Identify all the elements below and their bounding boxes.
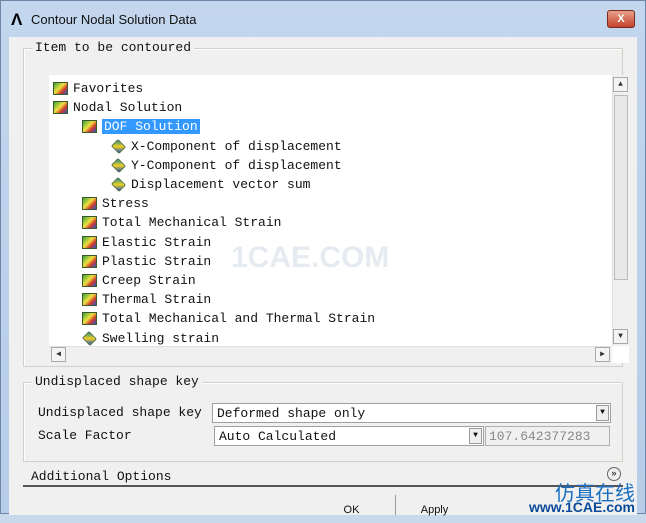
tree-item[interactable]: Creep Strain bbox=[82, 271, 196, 290]
scroll-down-icon[interactable]: ▼ bbox=[613, 329, 628, 344]
horizontal-scrollbar[interactable]: ◀ ▶ bbox=[49, 346, 612, 363]
contour-folder-open-icon bbox=[53, 101, 68, 115]
selected-value: Auto Calculated bbox=[219, 429, 337, 444]
additional-options-label: Additional Options bbox=[31, 469, 172, 484]
scale-factor-select[interactable]: Auto Calculated ▼ bbox=[214, 426, 484, 446]
undisplaced-shape-key-label: Undisplaced shape key bbox=[38, 405, 202, 420]
additional-options-header[interactable]: Additional Options » bbox=[23, 467, 623, 487]
window-title: Contour Nodal Solution Data bbox=[31, 12, 197, 27]
scale-factor-label: Scale Factor bbox=[38, 428, 132, 443]
undisplaced-shape-key-select[interactable]: Deformed shape only ▼ bbox=[212, 403, 611, 423]
tree-item-label: Elastic Strain bbox=[102, 234, 212, 250]
watermark-url: www.1CAE.com bbox=[528, 499, 635, 515]
tree-item[interactable]: Y-Component of displacement bbox=[111, 156, 342, 175]
tree-item-label: Total Mechanical and Thermal Strain bbox=[102, 311, 376, 327]
close-button[interactable]: X bbox=[607, 10, 635, 28]
tree-item[interactable]: Elastic Strain bbox=[82, 233, 211, 252]
cube-icon bbox=[111, 157, 126, 173]
scroll-right-icon[interactable]: ▶ bbox=[595, 347, 610, 362]
ok-button[interactable]: OK bbox=[314, 497, 389, 519]
contour-folder-open-icon bbox=[82, 120, 97, 134]
contour-folder-icon bbox=[82, 254, 97, 268]
contour-folder-icon bbox=[82, 293, 97, 307]
cube-icon bbox=[111, 138, 126, 154]
group-label: Undisplaced shape key bbox=[32, 374, 202, 389]
tree-item-label: X-Component of displacement bbox=[131, 138, 342, 154]
selected-value: Deformed shape only bbox=[217, 406, 366, 421]
cube-icon bbox=[111, 177, 126, 192]
dialog-body: Item to be contoured ▲ ▼ ◀ ▶ Favorites No… bbox=[9, 37, 637, 516]
contour-folder-icon bbox=[82, 274, 97, 287]
scroll-up-icon[interactable]: ▲ bbox=[613, 77, 628, 92]
item-to-be-contoured-group: Item to be contoured ▲ ▼ ◀ ▶ Favorites No… bbox=[23, 40, 629, 367]
title-bar: Λ Contour Nodal Solution Data X bbox=[1, 1, 645, 37]
vertical-scrollbar[interactable]: ▲ ▼ bbox=[612, 75, 629, 346]
tree-item-label: Creep Strain bbox=[102, 273, 196, 288]
watermark: 1CAE.COM bbox=[231, 241, 390, 274]
apply-button[interactable]: Apply bbox=[397, 497, 472, 519]
tree-item[interactable]: X-Component of displacement bbox=[111, 137, 342, 156]
tree-item-label: Y-Component of displacement bbox=[131, 157, 342, 173]
undisplaced-shape-group: Undisplaced shape key Undisplaced shape … bbox=[23, 374, 623, 462]
favorites-folder-icon bbox=[53, 82, 68, 95]
chevron-down-icon[interactable]: ▼ bbox=[469, 428, 482, 444]
tree-item[interactable]: Swelling strain bbox=[82, 329, 219, 348]
divider bbox=[395, 495, 396, 515]
ansys-logo-icon: Λ bbox=[11, 10, 23, 29]
contour-folder-icon bbox=[82, 197, 97, 211]
tree-item[interactable]: Stress bbox=[82, 194, 149, 213]
tree-item[interactable]: Total Mechanical and Thermal Strain bbox=[82, 309, 375, 328]
tree-item-label: Total Mechanical Strain bbox=[102, 215, 282, 231]
contour-item-tree[interactable]: ▲ ▼ ◀ ▶ Favorites Nodal Solution DOF Solut… bbox=[49, 75, 629, 363]
tree-item[interactable]: Nodal Solution bbox=[53, 98, 182, 117]
tree-item-label: Displacement vector sum bbox=[131, 177, 311, 192]
tree-item-label: DOF Solution bbox=[102, 119, 200, 135]
scale-factor-value-field: 107.642377283 bbox=[485, 426, 610, 446]
tree-item-label: Thermal Strain bbox=[102, 292, 212, 308]
tree-item-label: Plastic Strain bbox=[102, 253, 212, 269]
tree-item-label: Favorites bbox=[73, 81, 144, 96]
contour-folder-icon bbox=[82, 216, 97, 230]
tree-item-label: Nodal Solution bbox=[73, 100, 183, 116]
cube-icon bbox=[82, 330, 97, 346]
tree-item[interactable]: DOF Solution bbox=[82, 117, 200, 136]
scroll-left-icon[interactable]: ◀ bbox=[51, 347, 66, 362]
tree-item[interactable]: Displacement vector sum bbox=[111, 175, 310, 194]
tree-item[interactable]: Total Mechanical Strain bbox=[82, 213, 281, 232]
chevron-down-icon[interactable]: ▼ bbox=[596, 405, 609, 421]
scroll-thumb[interactable] bbox=[614, 95, 628, 280]
contour-folder-icon bbox=[82, 235, 97, 249]
contour-folder-icon bbox=[82, 312, 97, 326]
tree-item[interactable]: Thermal Strain bbox=[82, 290, 211, 309]
dialog-window: Λ Contour Nodal Solution Data X Item to … bbox=[0, 0, 646, 516]
tree-item-label: Stress bbox=[102, 196, 149, 212]
tree-item[interactable]: Plastic Strain bbox=[82, 252, 211, 271]
tree-item[interactable]: Favorites bbox=[53, 79, 143, 98]
tree-item-label: Swelling strain bbox=[102, 330, 220, 346]
group-label: Item to be contoured bbox=[32, 40, 195, 55]
